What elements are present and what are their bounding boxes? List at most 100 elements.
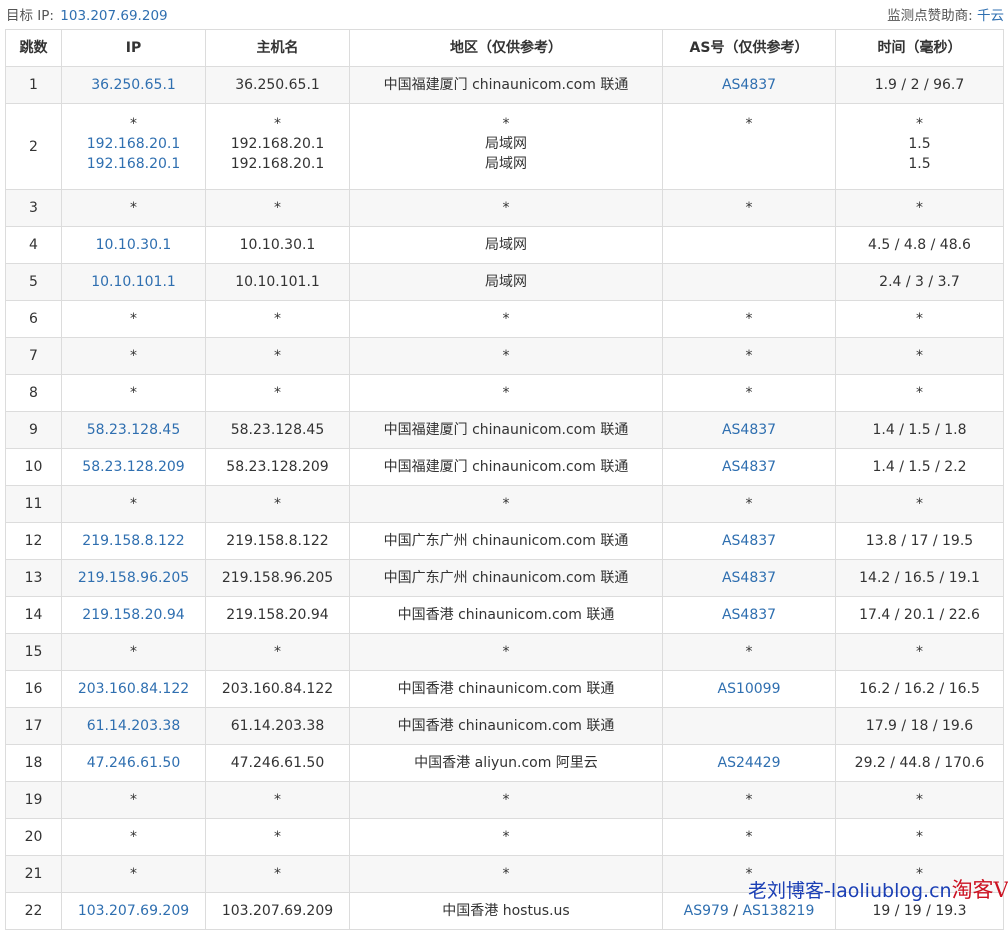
table-row: 2 * 192.168.20.1 192.168.20.1 * 192.168.20.1 1… — [5, 103, 1004, 190]
ip-link[interactable]: 192.168.20.1 — [62, 154, 205, 174]
region-text: * — [502, 644, 510, 660]
time-cell: 1.9 / 2 / 96.7 — [835, 66, 1004, 104]
ip-link: * — [130, 116, 137, 132]
ip-link[interactable]: 10.10.30.1 — [96, 237, 172, 253]
hop-number: 12 — [24, 533, 43, 549]
region-text: * — [502, 311, 510, 327]
ip-link[interactable]: 219.158.8.122 — [82, 533, 184, 549]
as-link[interactable]: AS979 — [684, 903, 729, 919]
sponsor-link[interactable]: 千云 — [977, 8, 1004, 24]
as-link[interactable]: AS4837 — [722, 459, 776, 475]
ip-cell: 219.158.20.94 — [61, 596, 206, 634]
as-cell: AS24429 — [662, 744, 836, 782]
host-text: 47.246.61.50 — [230, 755, 325, 771]
ip-link[interactable]: 58.23.128.209 — [82, 459, 184, 475]
hop-number: 7 — [29, 348, 38, 364]
region-text: 中国福建厦门 chinaunicom.com 联通 — [383, 422, 629, 438]
time-cell: 1.4 / 1.5 / 1.8 — [835, 411, 1004, 449]
ip-cell: * — [61, 633, 206, 671]
ip-link[interactable]: 192.168.20.1 — [62, 134, 205, 154]
region-text: * — [502, 829, 510, 845]
time-cell: * — [835, 818, 1004, 856]
as-link[interactable]: AS24429 — [718, 755, 781, 771]
region-cell: 中国香港 chinaunicom.com 联通 — [349, 670, 663, 708]
ip-cell: 58.23.128.209 — [61, 448, 206, 486]
as-link[interactable]: AS4837 — [722, 607, 776, 623]
region-cell: 中国广东广州 chinaunicom.com 联通 — [349, 559, 663, 597]
host-cell: 219.158.20.94 — [205, 596, 350, 634]
region-cell: 中国福建厦门 chinaunicom.com 联通 — [349, 448, 663, 486]
col-as-header: AS号（仅供参考） — [662, 29, 836, 67]
ip-link[interactable]: 219.158.20.94 — [82, 607, 184, 623]
time-cell: * — [835, 485, 1004, 523]
as-text: * — [745, 866, 753, 882]
region-cell: 中国香港 hostus.us — [349, 892, 663, 930]
as-link[interactable]: AS138219 — [742, 903, 814, 919]
target-ip: 103.207.69.209 — [60, 8, 168, 24]
hop-cell: 21 — [5, 855, 62, 893]
ip-text: * — [130, 829, 137, 845]
ip-link[interactable]: 58.23.128.45 — [87, 422, 181, 438]
host-text: 219.158.20.94 — [226, 607, 329, 623]
ip-cell: * — [61, 374, 206, 412]
ip-cell: 219.158.8.122 — [61, 522, 206, 560]
ip-link[interactable]: 103.207.69.209 — [78, 903, 189, 919]
ip-cell: * — [61, 337, 206, 375]
table-row: 15 * * * * * — [5, 633, 1004, 671]
hop-cell: 17 — [5, 707, 62, 745]
time-text: 13.8 / 17 / 19.5 — [865, 533, 974, 549]
time-text: 1.5 — [908, 156, 931, 172]
ip-link[interactable]: 47.246.61.50 — [87, 755, 181, 771]
host-cell: 203.160.84.122 — [205, 670, 350, 708]
ip-cell: * 192.168.20.1 192.168.20.1 — [61, 103, 206, 190]
top-bar: 目标 IP: 103.207.69.209 监测点赞助商: 千云 — [0, 0, 1008, 26]
host-cell: * — [205, 818, 350, 856]
time-text: * — [916, 829, 923, 845]
host-cell: * — [205, 189, 350, 227]
ip-link[interactable]: 36.250.65.1 — [91, 77, 176, 93]
as-cell: AS4837 — [662, 522, 836, 560]
ip-cell: * — [61, 781, 206, 819]
ip-text: * — [130, 866, 137, 882]
region-text: 中国香港 chinaunicom.com 联通 — [397, 607, 615, 623]
host-text: * — [274, 496, 281, 512]
ip-cell: 10.10.101.1 — [61, 263, 206, 301]
ip-cell: 36.250.65.1 — [61, 66, 206, 104]
as-link[interactable]: AS4837 — [722, 422, 776, 438]
table-row: 20 * * * * * — [5, 818, 1004, 856]
time-text: 17.4 / 20.1 / 22.6 — [859, 607, 980, 623]
time-cell: * — [835, 374, 1004, 412]
table-row: 6 * * * * * — [5, 300, 1004, 338]
hop-number: 22 — [24, 903, 43, 919]
region-text: * — [502, 116, 510, 132]
host-text: * — [274, 348, 281, 364]
hop-cell: 20 — [5, 818, 62, 856]
hop-cell: 8 — [5, 374, 62, 412]
as-link[interactable]: AS4837 — [722, 570, 776, 586]
time-cell: * — [835, 781, 1004, 819]
as-text: * — [745, 348, 753, 364]
ip-cell: * — [61, 189, 206, 227]
table-row: 13 219.158.96.205 219.158.96.205 中国广东广州 chi… — [5, 559, 1004, 597]
ip-link[interactable]: 10.10.101.1 — [91, 274, 176, 290]
as-cell: * — [662, 103, 836, 190]
region-text: 局域网 — [485, 136, 527, 152]
as-link[interactable]: AS4837 — [722, 533, 776, 549]
as-cell: AS4837 — [662, 596, 836, 634]
region-text: * — [502, 348, 510, 364]
as-cell: * — [662, 189, 836, 227]
as-link[interactable]: AS10099 — [718, 681, 781, 697]
ip-link[interactable]: 219.158.96.205 — [78, 570, 189, 586]
time-text: * — [916, 385, 923, 401]
region-cell: * — [349, 374, 663, 412]
time-text: * — [916, 311, 923, 327]
ip-link[interactable]: 203.160.84.122 — [78, 681, 189, 697]
hop-cell: 10 — [5, 448, 62, 486]
region-text: 中国福建厦门 chinaunicom.com 联通 — [383, 459, 629, 475]
as-link[interactable]: AS4837 — [722, 77, 776, 93]
hop-number: 15 — [24, 644, 43, 660]
hop-number: 14 — [24, 607, 43, 623]
time-text: 1.9 / 2 / 96.7 — [874, 77, 965, 93]
region-cell: 中国香港 aliyun.com 阿里云 — [349, 744, 663, 782]
ip-link[interactable]: 61.14.203.38 — [87, 718, 181, 734]
